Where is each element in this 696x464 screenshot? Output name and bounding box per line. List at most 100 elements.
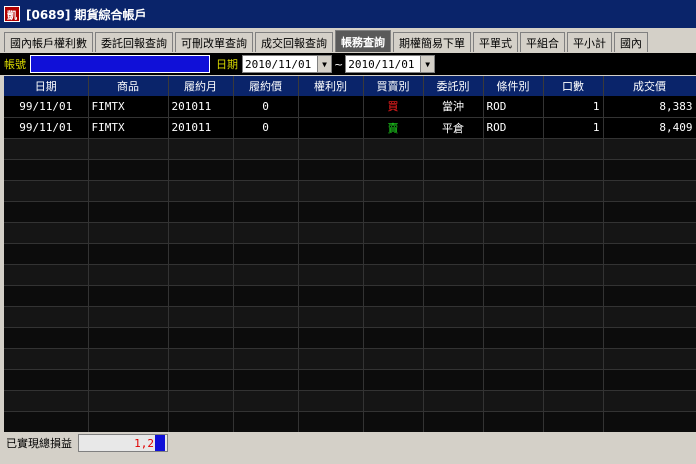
tab-2[interactable]: 可刪改單查詢 — [175, 32, 253, 52]
cell-date: 99/11/01 — [4, 96, 89, 118]
realized-pnl-field[interactable]: 1,2 — [78, 434, 168, 452]
tab-6[interactable]: 平單式 — [473, 32, 518, 52]
empty-cell — [233, 201, 299, 223]
empty-cell — [423, 285, 484, 307]
empty-cell — [603, 306, 696, 328]
empty-cell — [233, 159, 299, 181]
empty-cell — [233, 222, 299, 244]
empty-cell — [88, 222, 169, 244]
column-header[interactable]: 權利別 — [298, 76, 364, 96]
empty-cell — [298, 285, 364, 307]
cell-cond: ROD — [483, 96, 544, 118]
table-row[interactable]: 99/11/01 FIMTX 201011 0 賣平倉 ROD 1 8,409 — [4, 117, 696, 139]
cell-month: 201011 — [168, 117, 234, 139]
empty-cell — [543, 306, 604, 328]
empty-cell — [168, 327, 234, 349]
empty-cell — [483, 285, 544, 307]
empty-cell — [363, 285, 424, 307]
empty-cell — [423, 369, 484, 391]
empty-cell — [168, 390, 234, 412]
empty-cell — [483, 222, 544, 244]
cell-price: 8,409 — [603, 117, 696, 139]
empty-cell — [363, 159, 424, 181]
empty-cell — [543, 201, 604, 223]
date-to-picker[interactable]: 2010/11/01 ▼ — [345, 55, 436, 73]
date-range-separator: ~ — [334, 57, 344, 71]
column-header[interactable]: 履約月 — [168, 76, 234, 96]
empty-row — [4, 180, 696, 202]
column-header[interactable]: 條件別 — [483, 76, 544, 96]
empty-cell — [298, 264, 364, 286]
account-input[interactable] — [30, 55, 210, 73]
column-header[interactable]: 委託別 — [423, 76, 484, 96]
empty-cell — [298, 243, 364, 265]
empty-cell — [603, 159, 696, 181]
account-label: 帳號 — [4, 58, 26, 71]
empty-cell — [363, 222, 424, 244]
empty-cell — [423, 264, 484, 286]
empty-cell — [603, 264, 696, 286]
empty-cell — [233, 264, 299, 286]
column-header[interactable]: 口數 — [543, 76, 604, 96]
date-from-picker[interactable]: 2010/11/01 ▼ — [242, 55, 332, 73]
cell-strike: 0 — [233, 117, 299, 139]
realized-pnl-value: 1,2 — [134, 436, 154, 450]
empty-cell — [4, 348, 89, 370]
empty-cell — [603, 138, 696, 160]
empty-cell — [4, 222, 89, 244]
cell-qty: 1 — [543, 96, 604, 118]
chevron-down-icon[interactable]: ▼ — [317, 56, 331, 72]
table-row[interactable]: 99/11/01 FIMTX 201011 0 買當沖 ROD 1 8,383 — [4, 96, 696, 118]
empty-cell — [543, 285, 604, 307]
empty-cell — [423, 327, 484, 349]
empty-cell — [4, 159, 89, 181]
empty-cell — [233, 180, 299, 202]
empty-cell — [4, 138, 89, 160]
empty-cell — [363, 243, 424, 265]
empty-cell — [543, 243, 604, 265]
empty-cell — [88, 243, 169, 265]
tab-1[interactable]: 委託回報查詢 — [95, 32, 173, 52]
title-bar: 凱 [0689] 期貨綜合帳戶 — [0, 0, 696, 28]
empty-cell — [483, 411, 544, 432]
empty-cell — [168, 180, 234, 202]
account-grid[interactable]: 日期 商品 履約月 履約價 權利別 買賣別 委託別 條件別 口數 成交價 99/11/01 FIMT… — [4, 76, 696, 432]
cell-right — [298, 96, 364, 118]
cell-order-type: 當沖 — [423, 96, 484, 118]
empty-cell — [168, 243, 234, 265]
empty-cell — [363, 348, 424, 370]
empty-cell — [168, 306, 234, 328]
column-header[interactable]: 成交價 — [603, 76, 696, 96]
column-header[interactable]: 買賣別 — [363, 76, 424, 96]
empty-cell — [483, 138, 544, 160]
table-header: 日期 商品 履約月 履約價 權利別 買賣別 委託別 條件別 口數 成交價 — [4, 76, 696, 96]
column-header[interactable]: 商品 — [88, 76, 169, 96]
empty-cell — [483, 264, 544, 286]
empty-cell — [4, 180, 89, 202]
empty-row — [4, 348, 696, 370]
tab-7[interactable]: 平組合 — [520, 32, 565, 52]
empty-cell — [483, 327, 544, 349]
cell-side: 賣 — [363, 117, 424, 139]
empty-cell — [483, 369, 544, 391]
column-header[interactable]: 日期 — [4, 76, 89, 96]
cell-product: FIMTX — [88, 96, 169, 118]
tab-5[interactable]: 期權簡易下單 — [393, 32, 471, 52]
cell-product: FIMTX — [88, 117, 169, 139]
empty-cell — [423, 243, 484, 265]
cell-price: 8,383 — [603, 96, 696, 118]
column-header[interactable]: 履約價 — [233, 76, 299, 96]
tab-0[interactable]: 國內帳戶權利數 — [4, 32, 93, 52]
empty-row — [4, 138, 696, 160]
empty-cell — [4, 390, 89, 412]
chevron-down-icon[interactable]: ▼ — [420, 56, 435, 72]
tab-9[interactable]: 國內 — [614, 32, 648, 52]
empty-cell — [88, 369, 169, 391]
empty-cell — [233, 327, 299, 349]
tab-8[interactable]: 平小計 — [567, 32, 612, 52]
tab-4[interactable]: 帳務查詢 — [335, 30, 391, 52]
empty-cell — [363, 264, 424, 286]
filter-bar: 帳號 日期 2010/11/01 ▼ ~ 2010/11/01 ▼ — [0, 53, 696, 75]
tab-3[interactable]: 成交回報查詢 — [255, 32, 333, 52]
empty-cell — [423, 180, 484, 202]
